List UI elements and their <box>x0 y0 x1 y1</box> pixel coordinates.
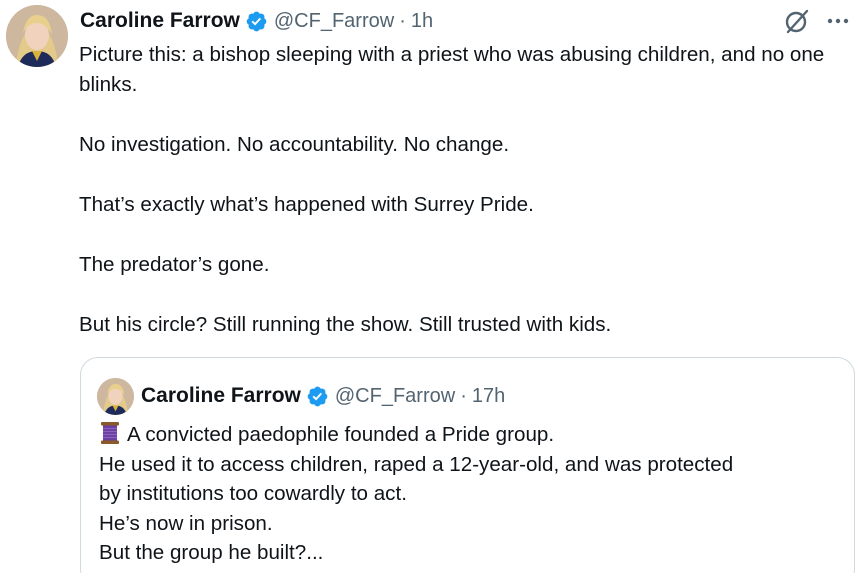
tweet-paragraph: But his circle? Still running the show. … <box>79 313 612 336</box>
quoted-line: He used it to access children, raped a 1… <box>99 452 734 476</box>
tweet-timestamp[interactable]: 1h <box>411 10 433 33</box>
tweet: Caroline Farrow @CF_Farrow · 1h Picture … <box>0 0 861 573</box>
tweet-header: Caroline Farrow @CF_Farrow · 1h <box>80 6 433 36</box>
quoted-tweet-body: A convicted paedophile founded a Pride g… <box>99 420 839 568</box>
separator-dot: · <box>399 9 406 32</box>
thread-spool-icon <box>99 421 121 445</box>
author-name[interactable]: Caroline Farrow <box>80 9 240 33</box>
author-handle[interactable]: @CF_Farrow <box>274 10 394 33</box>
separator-dot: · <box>460 384 467 407</box>
quoted-line: He’s now in prison. <box>99 511 273 535</box>
quoted-author-handle: @CF_Farrow <box>334 384 456 407</box>
tweet-paragraph: The predator’s gone. <box>79 253 270 276</box>
tweet-actions <box>783 6 851 36</box>
quoted-line: But the group he built?... <box>99 541 324 564</box>
quoted-author-avatar <box>97 378 134 415</box>
verified-badge-icon[interactable] <box>245 10 268 33</box>
tweet-paragraph: Picture this: a bishop sleeping with a p… <box>79 43 825 96</box>
quoted-line: A convicted paedophile founded a Pride g… <box>99 420 839 450</box>
quoted-line-text: A convicted paedophile founded a Pride g… <box>127 423 555 446</box>
author-avatar[interactable] <box>6 5 68 67</box>
quoted-tweet[interactable]: Caroline Farrow @CF_Farrow · 17h A convi… <box>80 357 855 573</box>
quoted-author-name: Caroline Farrow <box>141 384 301 407</box>
more-icon[interactable] <box>825 8 851 34</box>
tweet-paragraph: No investigation. No accountability. No … <box>79 133 510 156</box>
tweet-body: Picture this: a bishop sleeping with a p… <box>79 40 849 340</box>
quoted-line: by institutions too cowardly to act. <box>99 482 407 505</box>
grok-icon[interactable] <box>783 7 811 35</box>
tweet-paragraph: That’s exactly what’s happened with Surr… <box>79 193 534 216</box>
quoted-tweet-header: Caroline Farrow @CF_Farrow · 17h <box>141 380 505 412</box>
verified-badge-icon <box>306 385 329 408</box>
quoted-tweet-timestamp: 17h <box>471 384 506 407</box>
